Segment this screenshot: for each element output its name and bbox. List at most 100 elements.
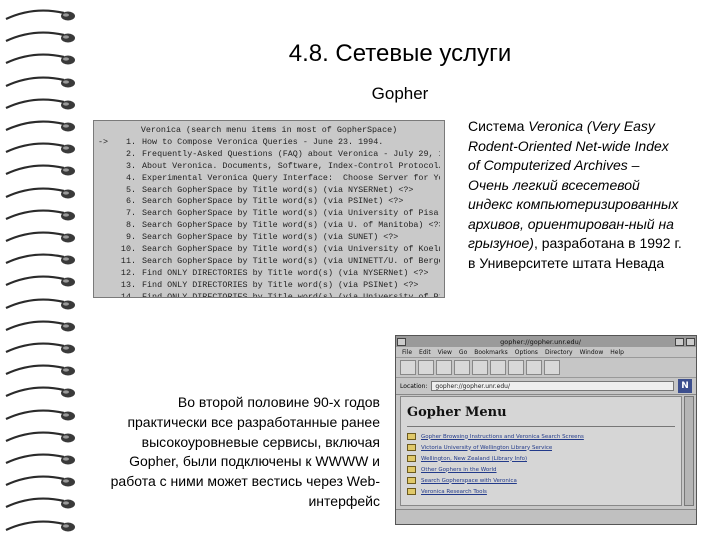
spiral-ring-icon <box>4 119 76 133</box>
spiral-ring-icon <box>4 186 76 200</box>
spiral-ring-icon <box>4 519 76 533</box>
menu-item-go: Go <box>458 348 468 356</box>
item-number: 5. <box>125 184 136 195</box>
item-number: 4. <box>125 172 136 183</box>
item-text: Find ONLY DIRECTORIES by Title word(s) (… <box>142 267 429 278</box>
selection-arrow <box>98 161 114 173</box>
description-italic: Veronica (Very Easy Rodent-Oriented Net-… <box>468 118 679 251</box>
gopher-link: Search Gopherspace with Veronica <box>421 477 517 484</box>
gopher-link: Gopher Browsing Instructions and Veronic… <box>421 433 584 440</box>
gopher-link-item: Gopher Browsing Instructions and Veronic… <box>407 431 675 442</box>
folder-icon <box>407 444 416 451</box>
terminal-menu-item: -> 1. How to Compose Veronica Queries - Ju… <box>98 137 440 149</box>
folder-icon <box>407 433 416 440</box>
print-icon <box>508 360 524 375</box>
item-number: 10. <box>120 244 136 255</box>
browser-toolbar <box>396 358 696 378</box>
item-number: 1. <box>125 136 136 147</box>
spiral-ring-icon <box>4 452 76 466</box>
item-text: Find ONLY DIRECTORIES by Title word(s) (… <box>142 279 419 290</box>
selection-arrow <box>98 232 114 244</box>
terminal-menu-item: 9. Search GopherSpace by Title word(s) (v… <box>98 232 440 244</box>
location-field: gopher://gopher.unr.edu/ <box>431 381 674 391</box>
page-title: 4.8. Сетевые услуги <box>288 40 512 67</box>
folder-icon <box>407 455 416 462</box>
selection-arrow <box>98 268 114 280</box>
spiral-ring-icon <box>4 75 76 89</box>
spiral-ring-icon <box>4 474 76 488</box>
selection-arrow <box>98 208 114 220</box>
terminal-menu-list: -> 1. How to Compose Veronica Queries - Ju… <box>98 137 440 298</box>
page-subtitle: Gopher <box>371 84 429 103</box>
spiral-binding <box>0 0 84 540</box>
terminal-menu-item: 13. Find ONLY DIRECTORIES by Title word(s… <box>98 280 440 292</box>
terminal-menu-item: 14. Find ONLY DIRECTORIES by Title word(s… <box>98 291 440 298</box>
gopher-link: Veronica Research Tools <box>421 488 487 495</box>
terminal-menu-item: 12. Find ONLY DIRECTORIES by Title word(s… <box>98 268 440 280</box>
item-text: Search GopherSpace by Title word(s) (via… <box>142 184 414 195</box>
spiral-ring-icon <box>4 408 76 422</box>
item-text: Find ONLY DIRECTORIES by Title word(s) (… <box>142 291 440 298</box>
browser-titlebar: gopher://gopher.unr.edu/ <box>396 336 696 347</box>
menu-item-help: Help <box>610 348 624 356</box>
browser-window-screenshot: gopher://gopher.unr.edu/ File Edit View Go B… <box>395 335 697 525</box>
terminal-menu-item: 2. Frequently-Asked Questions (FAQ) about… <box>98 149 440 161</box>
location-label: Location: <box>400 382 428 390</box>
window-menu-icon <box>397 337 406 346</box>
gopher-link-item: Other Gophers in the World <box>407 464 675 475</box>
gopher-menu-heading: Gopher Menu <box>407 405 507 420</box>
gopher-link-item: Search Gopherspace with Veronica <box>407 475 675 486</box>
terminal-menu-item: 10. Search GopherSpace by Title word(s) (… <box>98 244 440 256</box>
item-text: About Veronica. Documents, Software, Ind… <box>142 160 440 171</box>
veronica-description: Система Veronica (Very Easy Rodent-Orien… <box>468 117 683 273</box>
selection-arrow <box>98 196 114 208</box>
gopher-link: Wellington, New Zealand (Library Info) <box>421 455 528 462</box>
spiral-ring-icon <box>4 8 76 22</box>
open-icon <box>490 360 506 375</box>
spiral-ring-icon <box>4 252 76 266</box>
spiral-ring-icon <box>4 230 76 244</box>
menu-item-bookmarks: Bookmarks <box>474 348 508 356</box>
item-number: 11. <box>120 255 136 266</box>
terminal-menu-item: 4. Experimental Veronica Query Interface:… <box>98 173 440 185</box>
browser-menubar: File Edit View Go Bookmarks Options Directory W… <box>396 347 696 358</box>
gopher-link: Other Gophers in the World <box>421 466 497 473</box>
terminal-menu-item: 8. Search GopherSpace by Title word(s) (v… <box>98 220 440 232</box>
forward-icon <box>418 360 434 375</box>
selection-arrow <box>98 256 114 268</box>
item-number: 9. <box>125 232 136 243</box>
terminal-menu-item: 11. Search GopherSpace by Title word(s) (… <box>98 256 440 268</box>
browser-statusbar <box>396 509 696 524</box>
item-text: Search GopherSpace by Title word(s) (via… <box>142 220 440 231</box>
item-text: Search GopherSpace by Title word(s) (via… <box>142 196 404 207</box>
gopher-link-item: Veronica Research Tools <box>407 486 675 497</box>
item-text: Frequently-Asked Questions (FAQ) about V… <box>142 148 440 159</box>
description-prefix: Система <box>468 118 529 134</box>
spiral-ring-icon <box>4 208 76 222</box>
menu-item-options: Options <box>514 348 538 356</box>
item-text: How to Compose Veronica Queries - June 2… <box>142 136 384 147</box>
minimize-icon <box>675 337 684 346</box>
spiral-ring-icon <box>4 97 76 111</box>
maximize-icon <box>686 337 695 346</box>
folder-icon <box>407 488 416 495</box>
gopher-link: Victoria University of Wellington Librar… <box>421 444 553 451</box>
item-text: Search GopherSpace by Title word(s) (via… <box>142 255 440 266</box>
selection-arrow <box>98 185 114 197</box>
item-text: Search GopherSpace by Title word(s) (via… <box>142 208 440 219</box>
home-icon <box>436 360 452 375</box>
images-icon <box>472 360 488 375</box>
item-number: 12. <box>120 267 136 278</box>
folder-icon <box>407 477 416 484</box>
divider <box>407 426 675 427</box>
item-number: 3. <box>125 160 136 171</box>
spiral-ring-icon <box>4 341 76 355</box>
find-icon <box>526 360 542 375</box>
web-interface-caption: Во второй половине 90-х годов практическ… <box>110 394 380 509</box>
item-text: Search GopherSpace by Title word(s) (via… <box>142 232 399 243</box>
menu-item-view: View <box>437 348 452 356</box>
menu-item-directory: Directory <box>544 348 573 356</box>
terminal-header: Veronica (search menu items in most of G… <box>140 125 398 135</box>
gopher-link-list: Gopher Browsing Instructions and Veronic… <box>407 431 675 497</box>
reload-icon <box>454 360 470 375</box>
